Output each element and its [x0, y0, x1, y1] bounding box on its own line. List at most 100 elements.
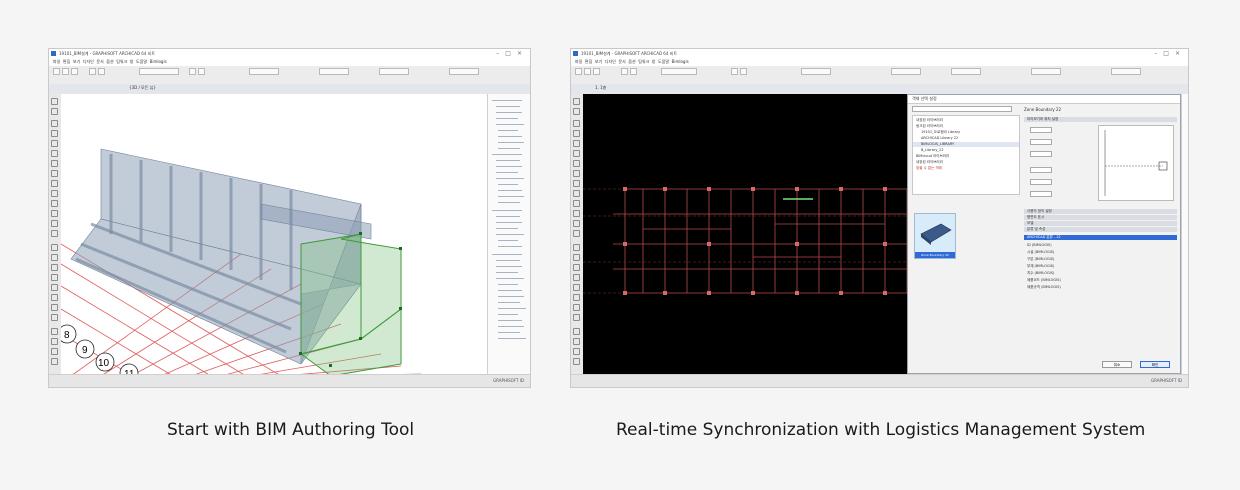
section-tool-icon[interactable]	[573, 328, 580, 335]
library-search-input[interactable]	[912, 106, 1012, 112]
railing-tool-icon[interactable]	[573, 180, 580, 187]
cancel-button[interactable]: 취소	[1102, 361, 1132, 368]
menu-item[interactable]: 문서	[618, 59, 625, 64]
object-preview[interactable]: Zone Boundary 22	[914, 213, 956, 259]
toolbar-dropdown[interactable]	[891, 68, 921, 75]
selected-classification-row[interactable]: ARCHICAD 분류 - 22	[1024, 235, 1177, 240]
menu-item[interactable]: 파일	[575, 59, 582, 64]
toolbar-button-icon[interactable]	[89, 68, 96, 75]
toolbar-dropdown[interactable]	[319, 68, 349, 75]
toolbar-button-icon[interactable]	[575, 68, 582, 75]
graphisoft-id[interactable]: GRAPHISOFT ID	[493, 375, 524, 387]
polyline-tool-icon[interactable]	[573, 304, 580, 311]
library-tree[interactable]: 내장된 라이브러리 링크된 라이브러리 19101_도로정비 Library A…	[912, 115, 1020, 195]
slab-tool-icon[interactable]	[51, 150, 58, 157]
toolbar-button-icon[interactable]	[198, 68, 205, 75]
value-field[interactable]	[1030, 191, 1052, 197]
tree-item[interactable]: 내장된 라이브러리	[913, 118, 1019, 123]
section-header[interactable]: 미리보기와 위치 설정	[1024, 117, 1177, 122]
menu-item[interactable]: 보기	[595, 59, 602, 64]
worksheet-tool-icon[interactable]	[51, 358, 58, 365]
dimension-tool-icon[interactable]	[51, 244, 58, 251]
door-tool-icon[interactable]	[573, 190, 580, 197]
stair-tool-icon[interactable]	[573, 170, 580, 177]
window-tool-icon[interactable]	[573, 200, 580, 207]
arrow-tool-icon[interactable]	[51, 98, 58, 105]
worksheet-tool-icon[interactable]	[573, 358, 580, 365]
text-tool-icon[interactable]	[51, 254, 58, 261]
fill-tool-icon[interactable]	[573, 274, 580, 281]
toolbar-button-icon[interactable]	[630, 68, 637, 75]
object-tool-icon[interactable]	[573, 210, 580, 217]
label-tool-icon[interactable]	[573, 264, 580, 271]
arc-tool-icon[interactable]	[573, 294, 580, 301]
toolbar-dropdown[interactable]	[661, 68, 697, 75]
section-header[interactable]: 평면도 표시	[1024, 215, 1177, 220]
view-tab[interactable]: {3D / 모든 뷰}	[129, 85, 156, 91]
menu-item[interactable]: Bimlogis	[150, 59, 167, 64]
property-row[interactable]: 치수 (BIMLOGIS)	[1024, 271, 1177, 276]
toolbar-dropdown[interactable]	[1111, 68, 1141, 75]
tree-item[interactable]: 19101_도로정비 Library	[913, 130, 1019, 135]
toolbar-dropdown[interactable]	[449, 68, 479, 75]
beam-tool-icon[interactable]	[51, 140, 58, 147]
detail-tool-icon[interactable]	[573, 348, 580, 355]
text-tool-icon[interactable]	[573, 254, 580, 261]
slab-tool-icon[interactable]	[573, 150, 580, 157]
value-field[interactable]	[1030, 167, 1052, 173]
ok-button[interactable]: 확인	[1140, 361, 1170, 368]
menu-bar[interactable]: 파일 편집 보기 디자인 문서 옵션 팀워크 창 도움말 Bimlogis	[571, 58, 1188, 66]
tree-item[interactable]: 내장된 라이브러리	[913, 160, 1019, 165]
object-settings-dialog[interactable]: 객체 선택 설정 내장된 라이브러리 링크된 라이브러리 19101_도로정비 …	[907, 94, 1181, 374]
menu-item[interactable]: 옵션	[106, 59, 113, 64]
tree-item[interactable]: BIMLOGIS_LIBRARY	[913, 142, 1019, 147]
wall-tool-icon[interactable]	[573, 120, 580, 127]
value-field[interactable]	[1030, 151, 1052, 157]
toolbar-dropdown[interactable]	[139, 68, 179, 75]
marquee-tool-icon[interactable]	[573, 108, 580, 115]
toolbar-button-icon[interactable]	[621, 68, 628, 75]
menu-item[interactable]: 창	[130, 59, 134, 64]
fill-tool-icon[interactable]	[51, 274, 58, 281]
door-tool-icon[interactable]	[51, 190, 58, 197]
menu-item[interactable]: 팀워크	[116, 59, 127, 64]
dimension-tool-icon[interactable]	[573, 244, 580, 251]
detail-tool-icon[interactable]	[51, 348, 58, 355]
value-field[interactable]	[1030, 139, 1052, 145]
menu-item[interactable]: 파일	[53, 59, 60, 64]
beam-tool-icon[interactable]	[573, 140, 580, 147]
floor-plan-viewport[interactable]	[583, 94, 913, 376]
main-toolbar[interactable]	[571, 66, 1188, 85]
object-tool-icon[interactable]	[51, 210, 58, 217]
section-tool-icon[interactable]	[51, 328, 58, 335]
drawing-tool-icon[interactable]	[51, 314, 58, 321]
toolbar-button-icon[interactable]	[71, 68, 78, 75]
plan-tab[interactable]: 1. 1층	[595, 85, 606, 91]
menu-item[interactable]: 팀워크	[638, 59, 649, 64]
section-header[interactable]: 분류 및 속성	[1024, 227, 1177, 232]
toolbar-button-icon[interactable]	[731, 68, 738, 75]
elevation-tool-icon[interactable]	[51, 338, 58, 345]
polyline-tool-icon[interactable]	[51, 304, 58, 311]
toolbar-button-icon[interactable]	[53, 68, 60, 75]
mesh-tool-icon[interactable]	[51, 230, 58, 237]
section-header[interactable]: 사용자 정의 설정	[1024, 209, 1177, 214]
side-panel[interactable]	[1181, 94, 1188, 375]
elevation-tool-icon[interactable]	[573, 338, 580, 345]
toolbar-dropdown[interactable]	[1031, 68, 1061, 75]
menu-item[interactable]: 도움말	[136, 59, 147, 64]
toolbar-button-icon[interactable]	[740, 68, 747, 75]
stair-tool-icon[interactable]	[51, 170, 58, 177]
tree-item[interactable]: ARCHICAD Library 22	[913, 136, 1019, 141]
menu-item[interactable]: Bimlogis	[672, 59, 689, 64]
toolbar-button-icon[interactable]	[189, 68, 196, 75]
column-tool-icon[interactable]	[51, 130, 58, 137]
section-header[interactable]: 모델	[1024, 221, 1177, 226]
menu-item[interactable]: 편집	[585, 59, 592, 64]
line-tool-icon[interactable]	[51, 284, 58, 291]
menu-item[interactable]: 디자인	[83, 59, 94, 64]
menu-item[interactable]: 옵션	[628, 59, 635, 64]
property-row[interactable]: ID (BIMLOGIS)	[1024, 243, 1177, 248]
property-row[interactable]: 제품규격 (BIMLOGIS)	[1024, 285, 1177, 290]
toolbar-button-icon[interactable]	[584, 68, 591, 75]
